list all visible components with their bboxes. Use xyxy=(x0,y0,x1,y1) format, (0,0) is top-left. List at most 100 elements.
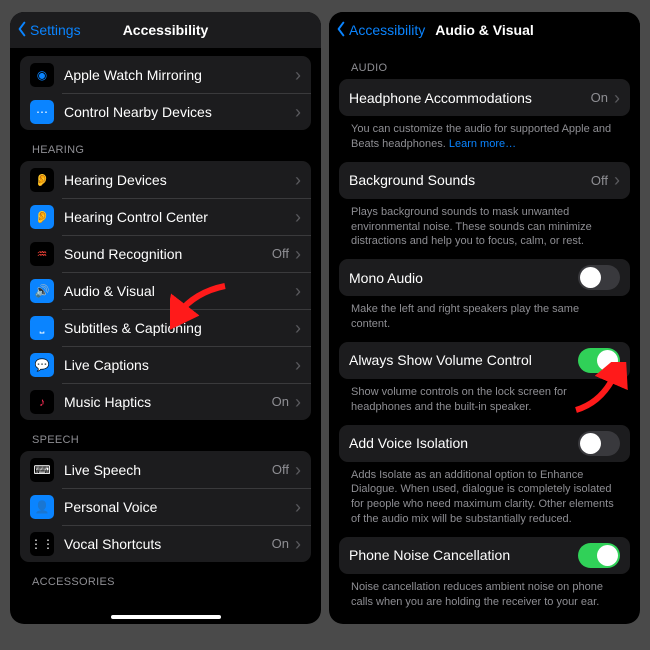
audio-visual-icon: 🔊 xyxy=(30,279,54,303)
section-header-accessories: ACCESSORIES xyxy=(20,562,311,593)
footer-headphone: You can customize the audio for supporte… xyxy=(339,116,630,154)
row-value: Off xyxy=(272,462,289,477)
back-button[interactable]: Accessibility xyxy=(335,21,425,40)
row-label: Live Captions xyxy=(64,357,293,373)
chevron-right-icon: › xyxy=(295,103,301,121)
chevron-right-icon: › xyxy=(614,89,620,107)
row-mono-audio: Mono Audio xyxy=(339,259,630,296)
row-hearing-control[interactable]: 👂 Hearing Control Center› xyxy=(20,198,311,235)
back-button[interactable]: Settings xyxy=(16,21,81,40)
vocal-shortcuts-icon: ⋮⋮ xyxy=(30,532,54,556)
row-label: Always Show Volume Control xyxy=(349,352,578,368)
chevron-left-icon xyxy=(16,21,28,40)
footer-background: Plays background sounds to mask unwanted… xyxy=(339,199,630,252)
row-music-haptics[interactable]: ♪ Music HapticsOn › xyxy=(20,383,311,420)
row-label: Control Nearby Devices xyxy=(64,104,293,120)
group-hearing: 👂Hearing Devices›👂Hearing Control Center… xyxy=(20,161,311,420)
back-label: Settings xyxy=(30,22,81,38)
personal-voice-icon: 👤 xyxy=(30,495,54,519)
chevron-right-icon: › xyxy=(295,356,301,374)
chevron-left-icon xyxy=(335,21,347,40)
chevron-right-icon: › xyxy=(295,208,301,226)
row-live-speech[interactable]: ⌨︎ Live SpeechOff › xyxy=(20,451,311,488)
sound-recognition-icon: ♒︎ xyxy=(30,242,54,266)
hearing-control-icon: 👂 xyxy=(30,205,54,229)
row-label: Vocal Shortcuts xyxy=(64,536,272,552)
row-label: Live Speech xyxy=(64,462,272,478)
nav-title: Accessibility xyxy=(123,22,209,38)
back-label: Accessibility xyxy=(349,22,425,38)
row-headphone-accommodations[interactable]: Headphone Accommodations On › xyxy=(339,79,630,116)
toggle-always-show-volume[interactable] xyxy=(578,348,620,373)
row-label: Apple Watch Mirroring xyxy=(64,67,293,83)
row-always-show-volume: Always Show Volume Control xyxy=(339,342,630,379)
subtitles-icon: ⎵ xyxy=(30,316,54,340)
row-label: Subtitles & Captioning xyxy=(64,320,293,336)
footer-voice-isolation: Adds Isolate as an additional option to … xyxy=(339,462,630,529)
music-haptics-icon: ♪ xyxy=(30,390,54,414)
group-speech: ⌨︎Live SpeechOff›👤Personal Voice›⋮⋮Vocal… xyxy=(20,451,311,562)
row-background-sounds[interactable]: Background Sounds Off › xyxy=(339,162,630,199)
left-scroll[interactable]: ◉Apple Watch Mirroring›⋯Control Nearby D… xyxy=(10,48,321,624)
row-label: Hearing Control Center xyxy=(64,209,293,225)
toggle-mono-audio[interactable] xyxy=(578,265,620,290)
row-label: Add Voice Isolation xyxy=(349,435,578,451)
row-vocal-shortcuts[interactable]: ⋮⋮ Vocal ShortcutsOn › xyxy=(20,525,311,562)
row-subtitles[interactable]: ⎵ Subtitles & Captioning› xyxy=(20,309,311,346)
right-scroll[interactable]: AUDIO Headphone Accommodations On › You … xyxy=(329,48,640,624)
row-phone-noise-cancellation: Phone Noise Cancellation xyxy=(339,537,630,574)
footer-mono: Make the left and right speakers play th… xyxy=(339,296,630,334)
chevron-right-icon: › xyxy=(295,498,301,516)
chevron-right-icon: › xyxy=(295,461,301,479)
row-value: On xyxy=(591,90,608,105)
row-value: On xyxy=(272,394,289,409)
row-label: Music Haptics xyxy=(64,394,272,410)
row-personal-voice[interactable]: 👤 Personal Voice› xyxy=(20,488,311,525)
row-value: Off xyxy=(591,173,608,188)
section-header-audio: AUDIO xyxy=(339,48,630,79)
toggle-phone-noise-cancellation[interactable] xyxy=(578,543,620,568)
row-label: Phone Noise Cancellation xyxy=(349,547,578,563)
nav-bar: Settings Accessibility xyxy=(10,12,321,48)
learn-more-link[interactable]: Learn more… xyxy=(449,138,516,150)
hearing-devices-icon: 👂 xyxy=(30,168,54,192)
row-hearing-devices[interactable]: 👂 Hearing Devices› xyxy=(20,161,311,198)
row-label: Headphone Accommodations xyxy=(349,90,591,106)
section-header-hearing: HEARING xyxy=(20,130,311,161)
row-audio-visual[interactable]: 🔊 Audio & Visual› xyxy=(20,272,311,309)
row-label: Audio & Visual xyxy=(64,283,293,299)
row-value: On xyxy=(272,536,289,551)
toggle-add-voice-isolation[interactable] xyxy=(578,431,620,456)
row-label: Sound Recognition xyxy=(64,246,272,262)
row-value: Off xyxy=(272,246,289,261)
row-control-nearby[interactable]: ⋯ Control Nearby Devices› xyxy=(20,93,311,130)
apple-watch-mirroring-icon: ◉ xyxy=(30,63,54,87)
chevron-right-icon: › xyxy=(295,393,301,411)
chevron-right-icon: › xyxy=(614,171,620,189)
chevron-right-icon: › xyxy=(295,535,301,553)
row-label: Personal Voice xyxy=(64,499,293,515)
left-screenshot: Settings Accessibility ◉ Apple Watch Mirr… xyxy=(10,12,321,624)
row-live-captions[interactable]: 💬 Live Captions› xyxy=(20,346,311,383)
chevron-right-icon: › xyxy=(295,171,301,189)
chevron-right-icon: › xyxy=(295,319,301,337)
group-top: ◉Apple Watch Mirroring›⋯Control Nearby D… xyxy=(20,56,311,130)
nav-title: Audio & Visual xyxy=(435,22,534,38)
right-screenshot: Accessibility Audio & Visual AUDIO Headp… xyxy=(329,12,640,624)
row-label: Hearing Devices xyxy=(64,172,293,188)
row-sound-recognition[interactable]: ♒︎ Sound RecognitionOff › xyxy=(20,235,311,272)
footer-noise: Noise cancellation reduces ambient noise… xyxy=(339,574,630,612)
chevron-right-icon: › xyxy=(295,245,301,263)
row-apple-watch-mirroring[interactable]: ◉ Apple Watch Mirroring› xyxy=(20,56,311,93)
live-captions-icon: 💬 xyxy=(30,353,54,377)
home-indicator[interactable] xyxy=(111,615,221,619)
row-add-voice-isolation: Add Voice Isolation xyxy=(339,425,630,462)
control-nearby-icon: ⋯ xyxy=(30,100,54,124)
nav-bar: Accessibility Audio & Visual xyxy=(329,12,640,48)
chevron-right-icon: › xyxy=(295,282,301,300)
footer-volume: Show volume controls on the lock screen … xyxy=(339,379,630,417)
chevron-right-icon: › xyxy=(295,66,301,84)
section-header-speech: SPEECH xyxy=(20,420,311,451)
live-speech-icon: ⌨︎ xyxy=(30,458,54,482)
row-label: Mono Audio xyxy=(349,270,578,286)
